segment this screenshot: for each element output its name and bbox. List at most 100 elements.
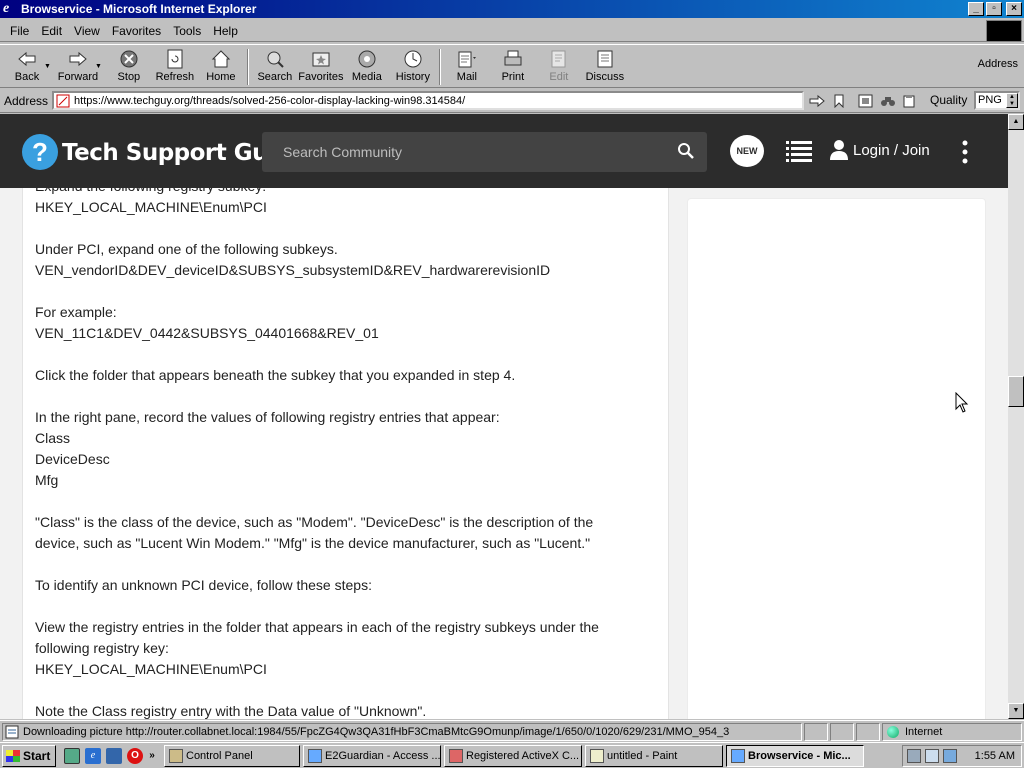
search-icon[interactable]	[677, 142, 695, 160]
find-binoculars-icon[interactable]	[880, 94, 896, 108]
menu-favorites[interactable]: Favorites	[112, 24, 161, 38]
edit-button[interactable]: Edit	[536, 45, 582, 87]
task-browservice[interactable]: Browservice - Mic...	[726, 744, 864, 767]
print-label: Print	[501, 71, 525, 83]
post-body: Expand the following registry subkey:HKE…	[22, 178, 669, 719]
windows-flag-icon	[6, 749, 20, 762]
address-bar-toggle[interactable]: Address	[978, 58, 1018, 70]
security-zone[interactable]: Internet	[882, 722, 1022, 741]
post-line: HKEY_LOCAL_MACHINE\Enum\PCI	[35, 199, 267, 215]
home-label: Home	[206, 71, 236, 83]
login-join-link[interactable]: Login / Join	[830, 140, 930, 160]
post-line: Under PCI, expand one of the following s…	[35, 241, 338, 257]
close-button[interactable]: ×	[1006, 2, 1022, 16]
task-control-panel[interactable]: Control Panel	[164, 744, 300, 767]
control-panel-icon	[169, 748, 183, 763]
site-header: ? Tech Support Guy Search Community NEW …	[0, 114, 1008, 188]
address-input[interactable]: https://www.techguy.org/threads/solved-2…	[52, 91, 805, 110]
start-button[interactable]: Start	[2, 744, 56, 767]
restore-button[interactable]: ▫	[986, 2, 1002, 16]
clipboard-icon[interactable]	[902, 94, 916, 108]
vertical-scrollbar[interactable]: ▲ ▼	[1008, 114, 1024, 719]
logo-question-icon[interactable]: ?	[22, 134, 58, 170]
tray-arrow-icon[interactable]	[925, 749, 939, 763]
search-input[interactable]: Search Community	[262, 132, 707, 172]
task-label: Browservice - Mic...	[748, 749, 851, 762]
go-arrow-icon[interactable]	[808, 94, 826, 108]
history-button[interactable]: History	[390, 45, 436, 87]
more-options-icon[interactable]	[960, 140, 970, 164]
list-icon[interactable]	[786, 140, 812, 164]
home-button[interactable]: Home	[198, 45, 244, 87]
discuss-icon	[594, 49, 616, 69]
quality-select[interactable]: PNG ▲ ▼	[974, 91, 1020, 110]
ie-page-icon	[308, 748, 322, 763]
task-paint[interactable]: untitled - Paint	[585, 744, 723, 767]
window-title-bar[interactable]: e Browservice - Microsoft Internet Explo…	[0, 0, 1024, 18]
show-desktop-icon[interactable]	[64, 747, 80, 764]
media-label: Media	[351, 71, 382, 83]
mouse-cursor-icon	[955, 392, 969, 413]
task-activex[interactable]: Registered ActiveX C...	[444, 744, 582, 767]
refresh-icon	[164, 49, 186, 69]
stop-label: Stop	[117, 71, 141, 83]
ie-launch-icon[interactable]: e	[85, 747, 101, 764]
search-label: Search	[257, 71, 293, 83]
status-cell	[804, 722, 828, 741]
menu-edit[interactable]: Edit	[41, 24, 62, 38]
quick-launch: e O »	[64, 747, 156, 764]
favorites-label: Favorites	[298, 71, 344, 83]
scroll-thumb[interactable]	[1008, 376, 1024, 407]
menu-file[interactable]: File	[10, 24, 29, 38]
quick-launch-more-icon[interactable]: »	[148, 748, 156, 764]
minimize-button[interactable]: _	[968, 2, 984, 16]
clock[interactable]: 1:55 AM	[975, 750, 1015, 762]
activex-icon	[449, 748, 463, 763]
scroll-down-button[interactable]: ▼	[1008, 703, 1024, 719]
address-url: https://www.techguy.org/threads/solved-2…	[74, 94, 466, 107]
mail-button[interactable]: Mail	[444, 45, 490, 87]
home-icon	[210, 49, 232, 69]
favorites-button[interactable]: Favorites	[298, 45, 344, 87]
quality-spinner-icon[interactable]: ▲ ▼	[1006, 93, 1018, 108]
stop-button[interactable]: Stop	[106, 45, 152, 87]
menu-tools[interactable]: Tools	[173, 24, 201, 38]
status-cell	[856, 722, 880, 741]
opera-icon[interactable]: O	[127, 747, 143, 764]
display-icon[interactable]	[943, 749, 957, 763]
task-label: untitled - Paint	[607, 749, 678, 762]
toolbar-icon-a[interactable]	[858, 94, 874, 108]
task-e2guardian[interactable]: E2Guardian - Access ...	[303, 744, 441, 767]
history-icon	[402, 49, 424, 69]
refresh-button[interactable]: Refresh	[152, 45, 198, 87]
menu-view[interactable]: View	[74, 24, 100, 38]
new-posts-badge[interactable]: NEW	[730, 135, 764, 167]
bookmark-icon[interactable]	[832, 94, 846, 108]
discuss-button[interactable]: Discuss	[582, 45, 628, 87]
start-label: Start	[23, 748, 51, 763]
task-label: Control Panel	[186, 749, 253, 762]
scroll-up-button[interactable]: ▲	[1008, 114, 1024, 130]
post-line: "Class" is the class of the device, such…	[35, 514, 594, 530]
post-line: device, such as "Lucent Win Modem." "Mfg…	[35, 535, 591, 551]
post-line: To identify an unknown PCI device, follo…	[35, 577, 372, 593]
page-icon	[56, 94, 70, 107]
ie-page-icon	[731, 748, 745, 763]
media-button[interactable]: Media	[344, 45, 390, 87]
site-logo-text[interactable]: Tech Support Guy	[62, 140, 283, 166]
search-button[interactable]: Search	[252, 45, 298, 87]
sidebar-panel	[687, 198, 986, 719]
back-dropdown-icon[interactable]: ▼	[44, 63, 51, 70]
print-button[interactable]: Print	[490, 45, 536, 87]
forward-dropdown-icon[interactable]: ▼	[95, 63, 102, 70]
outlook-express-icon[interactable]	[106, 747, 122, 764]
search-globe-icon	[264, 49, 286, 69]
menu-help[interactable]: Help	[213, 24, 238, 38]
network-icon[interactable]	[907, 749, 921, 763]
media-icon	[356, 49, 378, 69]
toolbar-separator	[246, 49, 249, 85]
post-line: Mfg	[35, 472, 59, 488]
discuss-label: Discuss	[585, 71, 625, 83]
